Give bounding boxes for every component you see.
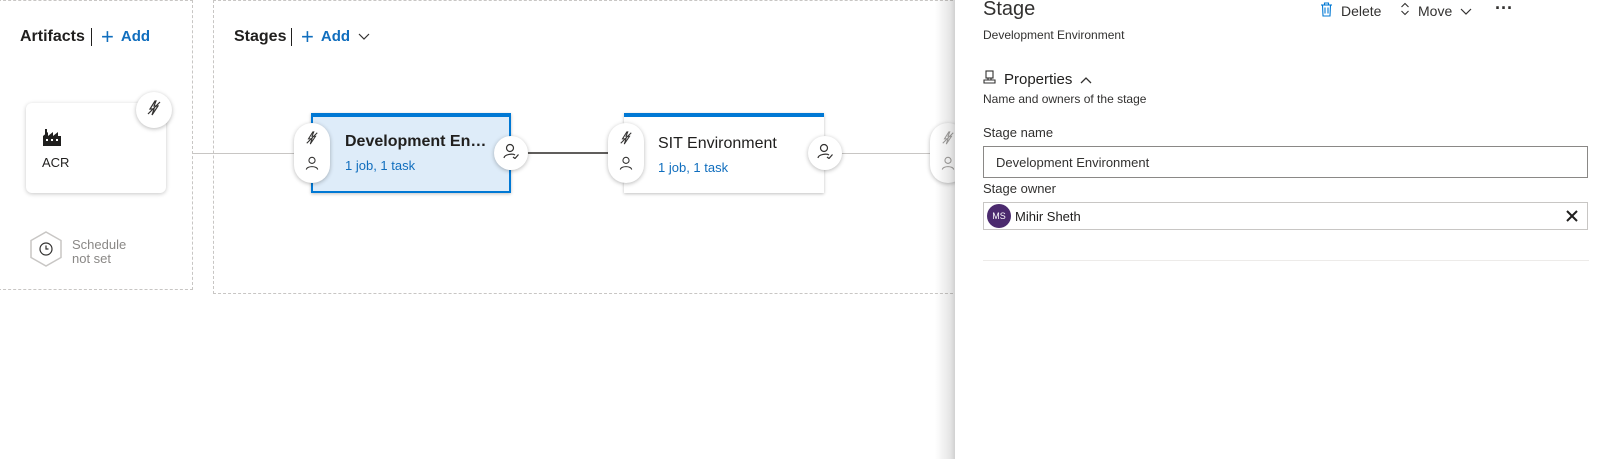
panel-subtitle: Development Environment bbox=[983, 28, 1125, 42]
person-icon bbox=[305, 156, 319, 175]
properties-description: Name and owners of the stage bbox=[983, 92, 1147, 106]
move-button[interactable]: Move bbox=[1400, 2, 1480, 19]
stage-card-sit[interactable]: SIT Environment 1 job, 1 task bbox=[624, 113, 824, 193]
stages-separator bbox=[291, 28, 292, 46]
stage-name: Development Envi... bbox=[345, 133, 495, 150]
pre-deployment-conditions-development[interactable] bbox=[294, 123, 330, 183]
plus-icon: + bbox=[101, 23, 114, 49]
post-deployment-conditions-sit[interactable] bbox=[808, 136, 842, 170]
stage-card-development[interactable]: Development Envi... 1 job, 1 task bbox=[311, 113, 511, 193]
schedule-button[interactable]: Schedule not set bbox=[28, 230, 126, 273]
move-label: Move bbox=[1418, 2, 1453, 19]
schedule-line1: Schedule bbox=[72, 236, 127, 252]
close-icon[interactable] bbox=[1563, 207, 1581, 225]
chevron-down-icon bbox=[358, 28, 370, 45]
owner-name: Mihir Sheth bbox=[1015, 208, 1081, 224]
lightning-icon bbox=[305, 131, 319, 150]
pre-deployment-conditions-sit[interactable] bbox=[608, 123, 644, 183]
artifact-name: ACR bbox=[42, 155, 70, 170]
more-icon: ··· bbox=[1495, 0, 1513, 18]
person-check-icon bbox=[817, 143, 833, 164]
factory-icon bbox=[42, 129, 62, 152]
stage-name-label: Stage name bbox=[983, 125, 1054, 140]
stage-name-input[interactable] bbox=[983, 146, 1588, 178]
person-check-icon bbox=[503, 143, 519, 164]
add-stage-button[interactable]: + Add bbox=[301, 23, 370, 49]
properties-icon bbox=[983, 70, 996, 88]
more-actions-button[interactable]: ··· bbox=[1495, 0, 1513, 19]
properties-title: Properties bbox=[1004, 70, 1073, 88]
stage-summary-link[interactable]: 1 job, 1 task bbox=[658, 160, 728, 175]
pipeline-canvas: Artifacts + Add ACR Schedule not set Sta… bbox=[0, 0, 955, 459]
stage-owner-picker[interactable]: MS Mihir Sheth bbox=[983, 202, 1588, 230]
delete-label: Delete bbox=[1341, 3, 1382, 19]
artifacts-separator bbox=[91, 28, 92, 46]
add-artifact-button[interactable]: + Add bbox=[101, 23, 151, 49]
stage-name: SIT Environment bbox=[658, 135, 777, 152]
stages-title: Stages bbox=[234, 28, 287, 45]
stage-summary-link[interactable]: 1 job, 1 task bbox=[345, 158, 415, 173]
panel-title: Stage bbox=[983, 0, 1036, 20]
avatar: MS bbox=[987, 204, 1011, 228]
connector-artifact-to-dev bbox=[193, 153, 296, 154]
trash-icon bbox=[1320, 2, 1341, 20]
post-deployment-conditions-development[interactable] bbox=[494, 136, 528, 170]
up-down-icon bbox=[1400, 2, 1418, 19]
section-divider bbox=[983, 260, 1589, 261]
clock-icon bbox=[28, 230, 64, 273]
lightning-icon bbox=[619, 131, 633, 150]
stage-properties-panel: Stage Development Environment Delete Mov… bbox=[955, 0, 1619, 459]
plus-icon: + bbox=[301, 23, 314, 49]
chevron-up-icon bbox=[1080, 71, 1092, 88]
schedule-line2: not set bbox=[72, 250, 112, 266]
connector-dev-to-sit bbox=[527, 152, 612, 154]
lightning-icon bbox=[146, 99, 162, 121]
panel-shadow bbox=[935, 0, 957, 459]
person-icon bbox=[619, 156, 633, 175]
artifacts-title: Artifacts bbox=[20, 28, 85, 45]
properties-section-toggle[interactable]: Properties bbox=[983, 70, 1092, 88]
connector-sit-to-next bbox=[841, 153, 931, 154]
artifact-trigger-button[interactable] bbox=[136, 92, 172, 128]
add-artifact-label: Add bbox=[120, 28, 151, 45]
add-stage-label: Add bbox=[320, 28, 351, 45]
chevron-down-icon bbox=[1460, 3, 1480, 19]
delete-button[interactable]: Delete bbox=[1320, 2, 1381, 20]
stage-owner-label: Stage owner bbox=[983, 181, 1056, 196]
